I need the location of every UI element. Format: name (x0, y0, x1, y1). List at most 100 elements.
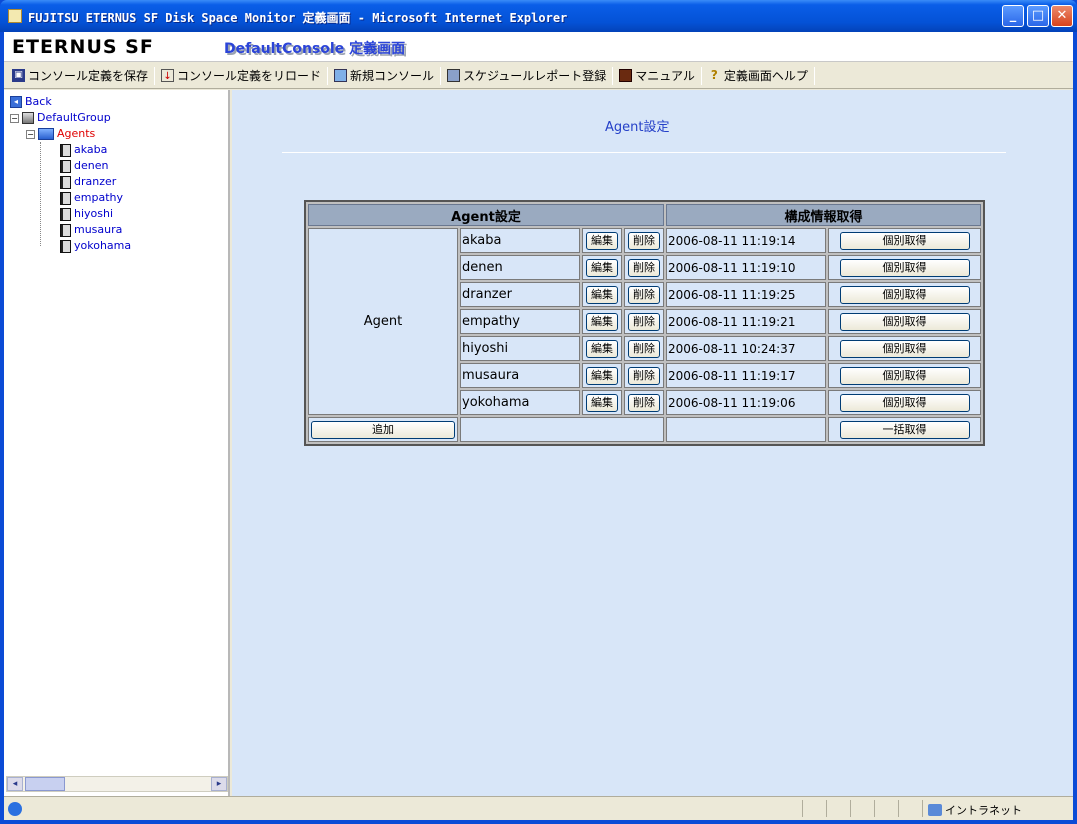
tree-item-agent[interactable]: denen (10, 158, 131, 174)
tree-item-agent[interactable]: musaura (10, 222, 131, 238)
page-title: Agent設定 (605, 120, 670, 135)
column-header-agent-settings: Agent設定 (308, 204, 664, 226)
brand-logo: ETERNUS SF (12, 36, 154, 58)
agent-name: denen (460, 255, 580, 280)
tree-label-agent[interactable]: akaba (74, 142, 107, 158)
tree-pane: ◂ Back − DefaultGroup − Agents akaba den… (4, 90, 230, 796)
empty-cell (666, 417, 826, 442)
fetch-timestamp: 2006-08-11 11:19:14 (666, 228, 826, 253)
tree-item-agent[interactable]: yokohama (10, 238, 131, 254)
tree-label-defaultgroup[interactable]: DefaultGroup (37, 110, 111, 126)
tree-label-agent[interactable]: empathy (74, 190, 123, 206)
edit-button[interactable]: 編集 (586, 258, 618, 277)
close-button[interactable]: ✕ (1051, 5, 1073, 27)
tree-item-back[interactable]: ◂ Back (10, 94, 131, 110)
security-zone-label: イントラネット (945, 804, 1022, 817)
new-console-button[interactable]: 新規コンソール (330, 65, 438, 87)
tree-connector (40, 142, 41, 246)
delete-button[interactable]: 削除 (628, 393, 660, 412)
fetch-individual-button[interactable]: 個別取得 (839, 285, 970, 304)
tree-label-agents[interactable]: Agents (57, 126, 95, 142)
tree-label-agent[interactable]: denen (74, 158, 108, 174)
edit-button[interactable]: 編集 (586, 285, 618, 304)
fetch-timestamp: 2006-08-11 11:19:10 (666, 255, 826, 280)
delete-button[interactable]: 削除 (628, 231, 660, 250)
empty-cell (460, 417, 664, 442)
tree-item-defaultgroup[interactable]: − DefaultGroup (10, 110, 131, 126)
add-agent-button[interactable]: 追加 (311, 420, 455, 439)
toolbar-separator (612, 66, 614, 85)
fetch-individual-button[interactable]: 個別取得 (839, 231, 970, 250)
server-icon (60, 239, 71, 253)
toolbar-separator (813, 66, 815, 85)
fetch-all-button[interactable]: 一括取得 (839, 420, 970, 439)
fetch-individual-button[interactable]: 個別取得 (839, 312, 970, 331)
back-icon: ◂ (10, 96, 22, 108)
tree-label-agent[interactable]: yokohama (74, 238, 131, 254)
delete-button[interactable]: 削除 (628, 258, 660, 277)
new-console-icon (334, 69, 348, 82)
tree-label-agent[interactable]: dranzer (74, 174, 116, 190)
agent-name: yokohama (460, 390, 580, 415)
tree-item-agents[interactable]: − Agents (10, 126, 131, 142)
maximize-button[interactable]: □ (1027, 5, 1049, 27)
minimize-button[interactable]: _ (1002, 5, 1024, 27)
manual-button[interactable]: マニュアル (615, 65, 699, 87)
tree-label-back[interactable]: Back (25, 94, 52, 110)
fetch-timestamp: 2006-08-11 10:24:37 (666, 336, 826, 361)
navigation-tree: ◂ Back − DefaultGroup − Agents akaba den… (10, 94, 131, 254)
delete-button[interactable]: 削除 (628, 285, 660, 304)
status-separator (874, 800, 875, 817)
status-separator (826, 800, 827, 817)
status-separator (850, 800, 851, 817)
ie-page-icon (8, 9, 22, 23)
tree-label-agent[interactable]: hiyoshi (74, 206, 113, 222)
toolbar: ▣ コンソール定義を保存 ↓ コンソール定義をリロード 新規コンソール スケジュ… (4, 63, 1073, 89)
toolbar-separator (154, 66, 156, 85)
scroll-right-icon[interactable]: ▸ (211, 777, 227, 791)
agent-row-label: Agent (308, 228, 458, 415)
table-row: Agent akaba 編集 削除 2006-08-11 11:19:14 個別… (308, 228, 981, 415)
horizontal-scrollbar[interactable]: ◂ ▸ (6, 776, 228, 792)
scroll-thumb[interactable] (25, 777, 65, 791)
delete-button[interactable]: 削除 (628, 339, 660, 358)
edit-button[interactable]: 編集 (586, 339, 618, 358)
console-title: DefaultConsole 定義画面 (224, 41, 406, 57)
save-console-button[interactable]: ▣ コンソール定義を保存 (8, 65, 152, 87)
fetch-timestamp: 2006-08-11 11:19:25 (666, 282, 826, 307)
ie-page-status-icon (8, 802, 22, 816)
edit-button[interactable]: 編集 (586, 366, 618, 385)
reload-console-button[interactable]: ↓ コンソール定義をリロード (157, 65, 325, 87)
delete-button[interactable]: 削除 (628, 366, 660, 385)
status-separator (898, 800, 899, 817)
status-separator (802, 800, 803, 817)
tree-item-agent[interactable]: akaba (10, 142, 131, 158)
divider (282, 152, 1006, 153)
edit-button[interactable]: 編集 (586, 393, 618, 412)
server-group-icon (22, 112, 34, 124)
new-console-label: 新規コンソール (350, 69, 435, 83)
fetch-individual-button[interactable]: 個別取得 (839, 339, 970, 358)
schedule-report-button[interactable]: スケジュールレポート登録 (443, 65, 610, 87)
window-title: FUJITSU ETERNUS SF Disk Space Monitor 定義… (28, 11, 568, 25)
server-icon (60, 175, 71, 189)
edit-button[interactable]: 編集 (586, 312, 618, 331)
scroll-left-icon[interactable]: ◂ (7, 777, 23, 791)
collapse-toggle[interactable]: − (26, 129, 35, 139)
header-banner: ETERNUS SF DefaultConsole 定義画面 (4, 32, 1073, 62)
agents-folder-icon (38, 128, 54, 140)
fetch-individual-button[interactable]: 個別取得 (839, 393, 970, 412)
schedule-report-label: スケジュールレポート登録 (463, 69, 607, 83)
tree-item-agent[interactable]: dranzer (10, 174, 131, 190)
reload-icon: ↓ (161, 69, 175, 82)
fetch-individual-button[interactable]: 個別取得 (839, 258, 970, 277)
edit-button[interactable]: 編集 (586, 231, 618, 250)
tree-item-agent[interactable]: empathy (10, 190, 131, 206)
fetch-individual-button[interactable]: 個別取得 (839, 366, 970, 385)
collapse-toggle[interactable]: − (10, 113, 19, 123)
tree-item-agent[interactable]: hiyoshi (10, 206, 131, 222)
tree-label-agent[interactable]: musaura (74, 222, 122, 238)
help-button[interactable]: ? 定義画面ヘルプ (704, 65, 812, 87)
delete-button[interactable]: 削除 (628, 312, 660, 331)
help-icon: ? (710, 68, 718, 82)
